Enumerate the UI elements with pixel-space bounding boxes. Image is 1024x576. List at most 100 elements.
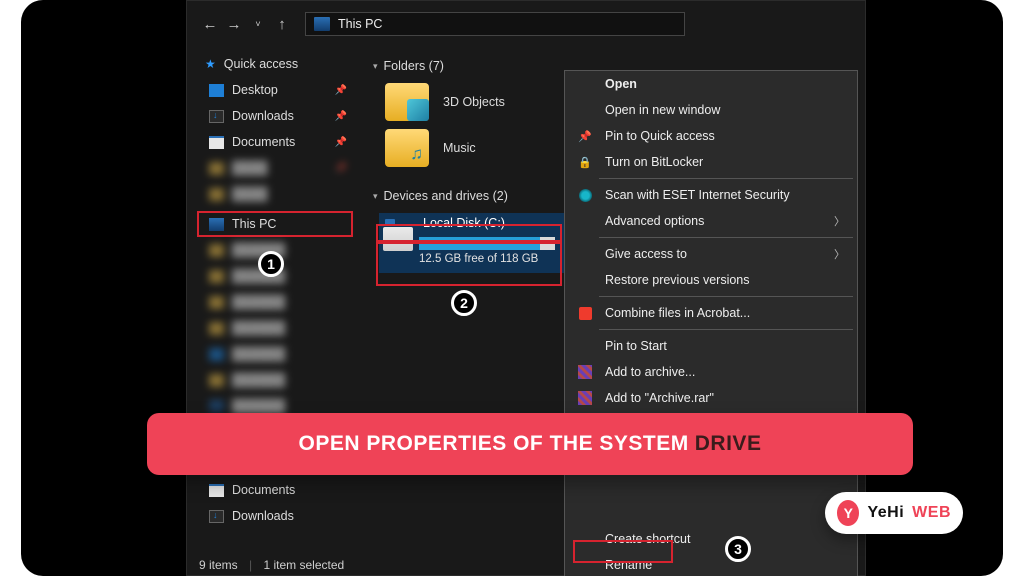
up-icon[interactable]: ↑ [273,16,291,33]
menu-label: Open in new window [605,103,720,117]
menu-label: Restore previous versions [605,273,750,287]
menu-pin-start[interactable]: Pin to Start [565,333,857,359]
menu-advanced-options[interactable]: Advanced options 〉 [565,208,857,234]
downloads-icon [209,510,224,523]
winrar-icon [577,364,593,380]
menu-rename[interactable]: Rename [565,552,857,576]
acrobat-icon [577,305,593,321]
status-selected-count: 1 item selected [264,558,345,572]
sidebar-item-label: Documents [232,483,295,497]
address-bar[interactable]: This PC [305,12,685,36]
badge-2: 2 [451,290,477,316]
sidebar-item-blurred: ████📌 [187,155,357,181]
sidebar-item-blurred: ████ [187,181,357,207]
downloads-icon [209,110,224,123]
menu-label: Rename [605,558,652,572]
menu-give-access-to[interactable]: Give access to 〉 [565,241,857,267]
logo-text-1: YeHi [867,504,904,522]
chevron-right-icon: 〉 [834,246,845,262]
badge-label: 1 [267,256,275,272]
menu-combine-acrobat[interactable]: Combine files in Acrobat... [565,300,857,326]
drive-usage-fill [419,237,540,250]
star-icon: ★ [205,57,216,71]
pin-icon: 📌 [335,85,347,96]
folder-label: Music [443,141,476,155]
sidebar-item-blurred: ██████ [187,289,357,315]
documents-icon [209,136,224,149]
menu-label: Turn on BitLocker [605,155,703,169]
logo-glyph: Y [837,500,859,526]
sidebar-item-blurred: ██████ [187,367,357,393]
menu-label: Pin to Start [605,339,667,353]
chevron-down-icon: ▾ [373,191,378,202]
caption-banner: OPEN PROPERTIES OF THE SYSTEM DRIVE [147,413,913,475]
menu-open[interactable]: Open [565,71,857,97]
pin-icon: 📌 [335,137,347,148]
sidebar-item-desktop[interactable]: Desktop 📌 [187,77,357,103]
status-item-count: 9 items [199,558,238,572]
back-icon[interactable]: ← [201,16,219,33]
menu-separator [599,296,853,297]
folder-icon [385,83,429,121]
menu-label: Give access to [605,247,687,261]
drive-local-disk-c[interactable]: Local Disk (C:) 12.5 GB free of 118 GB [379,213,565,273]
sidebar-item-documents[interactable]: Documents 📌 [187,129,357,155]
sidebar-item-label: This PC [232,217,276,231]
history-chevron-icon[interactable]: ˅ [249,19,267,29]
stage-frame: ← → ˅ ↑ This PC ★ Quick access Desktop 📌 [21,0,1003,576]
menu-label: Add to archive... [605,365,695,379]
menu-label: Pin to Quick access [605,129,715,143]
menu-open-new-window[interactable]: Open in new window [565,97,857,123]
menu-label: Advanced options [605,214,704,228]
section-label: Devices and drives (2) [384,189,508,203]
lock-icon: 🔒 [577,154,593,170]
menu-restore-versions[interactable]: Restore previous versions [565,267,857,293]
sidebar-item-label: Downloads [232,509,294,523]
badge-3: 3 [725,536,751,562]
drive-free-text: 12.5 GB free of 118 GB [419,253,538,265]
winrar-icon [577,390,593,406]
badge-1: 1 [258,251,284,277]
drive-label: Local Disk (C:) [423,216,559,230]
menu-separator [599,329,853,330]
address-text: This PC [338,17,382,31]
documents-icon [209,484,224,497]
badge-label: 2 [460,295,468,311]
menu-create-shortcut[interactable]: Create shortcut [565,526,857,552]
sidebar-item-label: Downloads [232,109,294,123]
menu-add-archive[interactable]: Add to archive... [565,359,857,385]
pin-icon: 📌 [577,128,593,144]
menu-separator [599,237,853,238]
menu-label: Create shortcut [605,532,690,546]
sidebar-item-downloads[interactable]: Downloads 📌 [187,103,357,129]
menu-eset-scan[interactable]: Scan with ESET Internet Security [565,182,857,208]
sidebar-item-downloads-2[interactable]: Downloads [187,503,357,529]
sidebar-item-documents-2[interactable]: Documents [187,477,357,503]
menu-add-archive-rar[interactable]: Add to "Archive.rar" [565,385,857,411]
menu-separator [599,178,853,179]
caption-text: OPEN PROPERTIES OF THE SYSTEM [299,432,689,456]
eset-icon [577,187,593,203]
this-pc-icon [209,218,224,231]
navigation-pane: ★ Quick access Desktop 📌 Downloads 📌 Doc… [187,51,357,551]
sidebar-item-label: Desktop [232,83,278,97]
logo-text-2: WEB [912,504,951,522]
sidebar-item-label: Documents [232,135,295,149]
brand-logo: Y YeHi WEB [825,492,963,534]
menu-pin-quick-access[interactable]: 📌 Pin to Quick access [565,123,857,149]
nav-bar: ← → ˅ ↑ This PC [187,9,685,39]
context-menu: Open Open in new window 📌 Pin to Quick ac… [564,70,858,576]
menu-label: Combine files in Acrobat... [605,306,750,320]
drive-icon [383,227,413,251]
forward-icon[interactable]: → [225,16,243,33]
folder-icon [385,129,429,167]
this-pc-icon [314,17,330,31]
chevron-right-icon: 〉 [834,213,845,229]
status-bar: 9 items | 1 item selected [199,558,344,572]
sidebar-item-this-pc[interactable]: This PC [197,211,353,237]
badge-label: 3 [734,541,742,557]
caption-text-accent: DRIVE [695,432,762,456]
sidebar-quick-access[interactable]: ★ Quick access [187,51,357,77]
menu-bitlocker[interactable]: 🔒 Turn on BitLocker [565,149,857,175]
folder-label: 3D Objects [443,95,505,109]
